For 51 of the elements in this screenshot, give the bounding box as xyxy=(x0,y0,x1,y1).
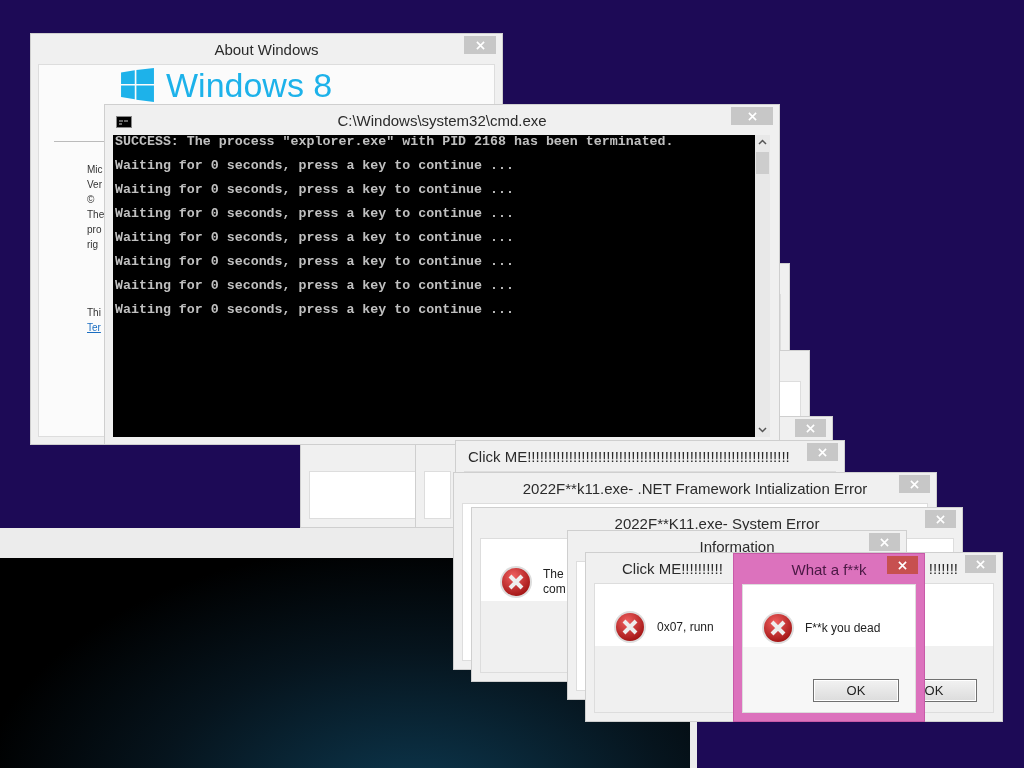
window-title: Click ME!!!!!!!!!! xyxy=(622,559,723,577)
info-text: rig xyxy=(87,238,100,252)
console-line: SUCCESS: The process "explorer.exe" with PID 2168 has been terminated. xyxy=(115,135,675,149)
close-icon xyxy=(898,560,907,570)
window-body xyxy=(424,471,451,519)
error-icon xyxy=(499,565,533,599)
console-line: Waiting for 0 seconds, press a key to continue ... xyxy=(115,277,515,295)
window-title: Click ME!!!!!!!!!!!!!!!!!!!!!!!!!!!!!!!!!!!!!!!!!!!!!!!!!!!!!!!!!!!!!!! xyxy=(468,447,790,465)
info-text: © xyxy=(87,193,96,207)
console-line: Waiting for 0 seconds, press a key to continue ... xyxy=(115,157,515,175)
window-title: What a f**k xyxy=(791,560,867,578)
error-icon xyxy=(761,611,795,645)
window-title: 2022F**k11.exe- .NET Framework Intialization Error xyxy=(522,479,868,497)
ok-button[interactable]: OK xyxy=(813,679,899,702)
window-title: C:\Windows\system32\cmd.exe xyxy=(337,111,547,129)
close-icon xyxy=(976,559,985,569)
scroll-up-icon[interactable] xyxy=(758,139,767,145)
close-icon xyxy=(936,514,945,524)
console-line: Waiting for 0 seconds, press a key to continue ... xyxy=(115,253,515,271)
console-line: Waiting for 0 seconds, press a key to continue ... xyxy=(115,181,515,199)
console-line: Waiting for 0 seconds, press a key to continue ... xyxy=(115,301,515,319)
scroll-thumb[interactable] xyxy=(756,152,769,174)
close-icon xyxy=(880,537,889,547)
terms-link[interactable]: Ter xyxy=(87,322,101,333)
window-title: About Windows xyxy=(214,40,319,58)
scrollbar[interactable] xyxy=(755,135,770,437)
info-text: Ver xyxy=(87,178,103,192)
close-icon xyxy=(747,111,757,121)
windows-logo-icon xyxy=(121,68,154,102)
error-message: com xyxy=(543,582,566,597)
close-icon xyxy=(818,447,827,457)
console-line: Waiting for 0 seconds, press a key to continue ... xyxy=(115,229,515,247)
logo-text: Windows 8 xyxy=(166,68,333,102)
close-icon xyxy=(910,479,919,489)
window-title: !!!!!!! xyxy=(928,560,958,577)
error-message: F**k you dead xyxy=(805,620,881,636)
info-text: Mic xyxy=(87,163,104,177)
scroll-down-icon[interactable] xyxy=(758,427,767,433)
notice-text: Thi xyxy=(87,306,101,320)
close-button[interactable] xyxy=(887,556,918,574)
error-message: The xyxy=(543,567,565,582)
close-icon xyxy=(475,40,485,50)
error-message: 0x07, runn xyxy=(657,619,714,635)
error-icon xyxy=(613,610,647,644)
console-icon xyxy=(116,116,132,128)
window-title: 2022F**K11.exe- System Error xyxy=(614,514,820,532)
window-title: Information xyxy=(699,537,775,555)
info-text: pro xyxy=(87,223,103,237)
console-line: Waiting for 0 seconds, press a key to continue ... xyxy=(115,205,515,223)
info-text: The xyxy=(87,208,105,222)
close-icon xyxy=(806,423,815,433)
